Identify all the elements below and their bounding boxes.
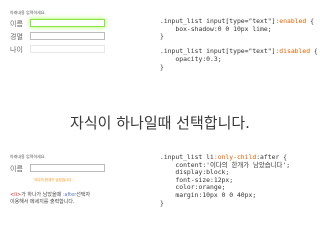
row-email-label: 경멸	[10, 33, 23, 41]
code-line: }	[160, 198, 164, 207]
code-line: {	[306, 17, 314, 25]
caption: <li>가 하나가 남았을때 :after선택자 이용해서 메세지를 출력합니다.	[10, 192, 90, 206]
row-age-label: 나이	[10, 46, 23, 54]
caption-text: 선택자	[76, 192, 91, 198]
name-input[interactable]	[30, 164, 105, 172]
row-name-label: 이름	[10, 165, 23, 173]
caption-text: 가 하나가 남았을때	[21, 192, 63, 198]
code-block-top: .input_list input[type="text"]:enabled {…	[160, 17, 318, 71]
code-line: }	[160, 62, 164, 71]
name-input[interactable]	[30, 19, 105, 27]
age-input-disabled	[30, 45, 105, 53]
form-hint: 아래내용 입력하세요.	[10, 154, 46, 159]
code-line: }	[160, 32, 164, 41]
caption-pseudo: :after	[62, 192, 77, 198]
code-line: box-shadow:0 0 10px lime;	[160, 24, 272, 33]
page-heading: 자식이 하나일때 선택합니다.	[70, 114, 250, 132]
form-hint: 아래내용 입력하세요.	[10, 10, 46, 15]
code-line: opacity:0.3;	[160, 54, 222, 63]
form-panel-top: 아래내용 입력하세요. 이름 경멸 나이	[10, 10, 110, 72]
email-input[interactable]	[30, 32, 105, 40]
code-line: {	[310, 47, 318, 56]
code-pseudo: :disabled	[275, 47, 311, 56]
warning-message: 이다의 한개가 남았습니다.	[34, 178, 73, 182]
caption-text: 이용해서 메세지를 출력합니다.	[10, 199, 75, 205]
code-block-bottom: .input_list li:only-child:after { conten…	[160, 153, 290, 207]
form-panel-bottom: 아래내용 입력하세요. 이름 이다의 한개가 남았습니다.	[10, 154, 110, 194]
code-line: margin:10px 0 0 40px;	[160, 190, 257, 199]
caption-tag: <li>	[10, 192, 22, 198]
row-name-label: 이름	[10, 20, 23, 28]
code-pseudo: :enabled	[275, 17, 307, 25]
